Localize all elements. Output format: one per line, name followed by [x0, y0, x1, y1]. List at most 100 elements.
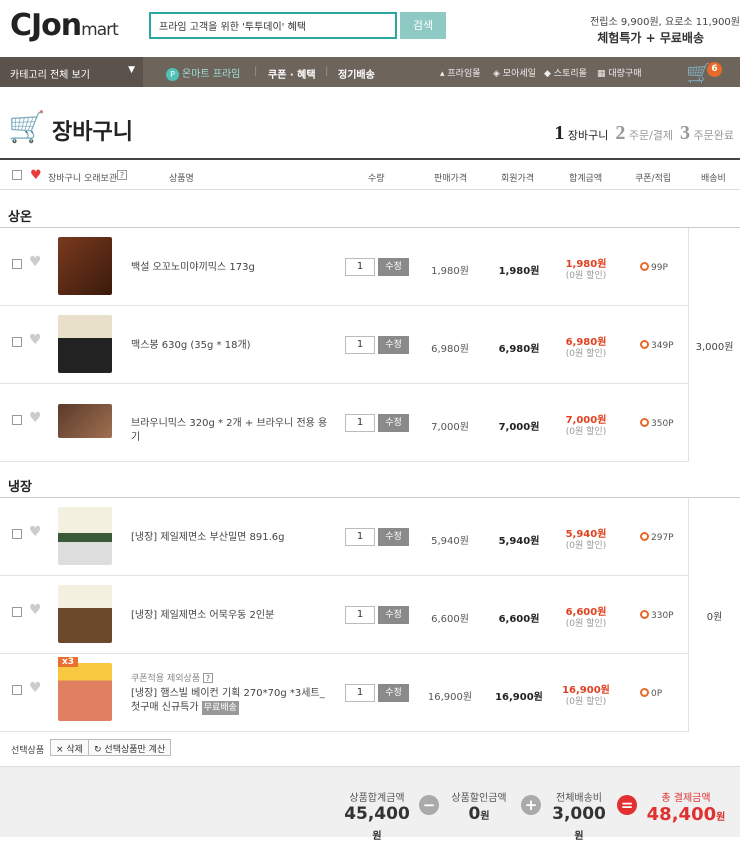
member-price: 6,980원: [498, 344, 540, 355]
product-image[interactable]: [58, 507, 112, 565]
nav-regular-delivery[interactable]: 정기배송: [338, 66, 375, 81]
search-button[interactable]: 검색: [400, 12, 446, 39]
quantity-input[interactable]: 1: [345, 684, 375, 702]
quantity-input[interactable]: 1: [345, 414, 375, 432]
shipping-total: 전체배송비 3,000원: [552, 793, 606, 842]
col-product: 상품명: [169, 174, 194, 184]
col-price: 판매가격: [434, 174, 468, 184]
modify-button[interactable]: 수정: [378, 684, 409, 702]
promo-headline[interactable]: 체험특가 + 무료배송: [597, 29, 704, 46]
item-checkbox[interactable]: [12, 415, 22, 425]
col-total: 합계금액: [569, 174, 603, 184]
heart-icon[interactable]: ♥: [29, 680, 42, 696]
point-value: 349P: [640, 340, 674, 351]
product-name[interactable]: 맥스봉 630g (35g * 18개): [131, 339, 331, 353]
bundle-badge: x3: [58, 657, 79, 667]
product-image[interactable]: [58, 663, 112, 721]
category-all-button[interactable]: 카테고리 전체 보기 ▼: [0, 57, 143, 87]
member-price: 5,940원: [498, 536, 540, 547]
sale-price: 7,000원: [431, 422, 469, 433]
item-checkbox[interactable]: [12, 529, 22, 539]
help-icon[interactable]: ?: [202, 673, 213, 683]
shipping-fee: 0원: [688, 498, 740, 732]
table-header: ♥ 장바구니 오래보관 ? 상품명 수량 판매가격 회원가격 합계금액 쿠폰/적…: [0, 162, 740, 190]
discount-total: 상품할인금액 0원: [451, 793, 507, 824]
member-price: 1,980원: [498, 266, 540, 277]
point-value: 330P: [640, 610, 674, 621]
discount-text: (0원 할인): [565, 271, 607, 281]
product-image[interactable]: [58, 237, 112, 295]
col-member-price: 회원가격: [501, 174, 535, 184]
product-image[interactable]: [58, 585, 112, 643]
col-qty: 수량: [368, 174, 385, 184]
point-value: 350P: [640, 418, 674, 429]
product-name[interactable]: 백설 오꼬노미야끼믹스 173g: [131, 261, 331, 275]
heart-icon[interactable]: ♥: [29, 332, 42, 348]
selection-label: 선택상품: [11, 746, 45, 756]
delete-selected-button[interactable]: × 삭제: [50, 739, 89, 756]
sale-price: 5,940원: [431, 536, 469, 547]
heart-icon[interactable]: ♥: [30, 168, 42, 183]
modify-button[interactable]: 수정: [378, 258, 409, 276]
heart-icon[interactable]: ♥: [29, 602, 42, 618]
point-icon: [640, 532, 649, 541]
free-shipping-tag: 무료배송: [201, 701, 239, 715]
cart-row: ♥ x3 쿠폰적용 제외상품 ? [냉장] 햄스빌 베이컨 기획 270*70g…: [0, 654, 688, 732]
cart-row: ♥ [냉장] 제일제면소 어묵우동 2인분 1 수정 6,600원 6,600원…: [0, 576, 688, 654]
point-value: 0P: [640, 688, 662, 699]
product-name[interactable]: [냉장] 제일제면소 어묵우동 2인분: [131, 609, 331, 623]
cart-row: ♥ 백설 오꼬노미야끼믹스 173g 1 수정 1,980원 1,980원 1,…: [0, 228, 688, 306]
product-name[interactable]: [냉장] 햄스빌 베이컨 기획 270*70g *3세트_첫구매 신규특가 무료…: [131, 687, 331, 715]
group-title: 냉장: [8, 480, 32, 495]
modify-button[interactable]: 수정: [378, 606, 409, 624]
header: CJonmart 프라임 고객을 위한 '투투데이' 혜택 검색 전립소 9,9…: [0, 0, 740, 57]
select-all-checkbox[interactable]: [12, 170, 22, 180]
point-value: 99P: [640, 262, 668, 273]
product-name[interactable]: [냉장] 제일제면소 부산밀면 891.6g: [131, 531, 331, 545]
help-icon[interactable]: ?: [117, 170, 127, 180]
keep-label: 장바구니 오래보관: [48, 174, 118, 184]
quantity-input[interactable]: 1: [345, 258, 375, 276]
item-checkbox[interactable]: [12, 259, 22, 269]
modify-button[interactable]: 수정: [378, 414, 409, 432]
divider: |: [325, 66, 329, 77]
calculate-selected-button[interactable]: ↻ 선택상품만 계산: [88, 739, 172, 756]
search-input[interactable]: 프라임 고객을 위한 '투투데이' 혜택: [149, 12, 397, 39]
nav-onmart-prime[interactable]: P 온마트 프라임: [166, 65, 240, 81]
product-image[interactable]: [58, 315, 112, 373]
nav-link-storymall[interactable]: ◆ 스토리몰: [544, 66, 587, 79]
item-checkbox[interactable]: [12, 607, 22, 617]
modify-button[interactable]: 수정: [378, 528, 409, 546]
sale-price: 16,900원: [427, 692, 473, 703]
discount-text: (0원 할인): [565, 541, 607, 551]
heart-icon[interactable]: ♥: [29, 254, 42, 270]
product-image[interactable]: [58, 404, 112, 438]
point-icon: [640, 262, 649, 271]
point-icon: [640, 688, 649, 697]
refresh-icon: ↻: [94, 745, 102, 755]
main-nav: 카테고리 전체 보기 ▼ P 온마트 프라임 | 쿠폰 · 혜택 | 정기배송 ▴ …: [0, 57, 740, 87]
prime-icon: P: [166, 68, 179, 81]
nav-link-primemall[interactable]: ▴ 프라임몰: [440, 66, 481, 79]
nav-link-moasale[interactable]: ◈ 모아세일: [493, 66, 536, 79]
page-title-area: 🛒 장바구니 1 장바구니 2 주문/결제 3 주문완료: [0, 100, 740, 160]
heart-icon[interactable]: ♥: [29, 524, 42, 540]
promo-text[interactable]: 전립소 9,900원, 요로소 11,900원: [590, 13, 740, 28]
discount-text: (0원 할인): [565, 427, 607, 437]
cart-row: ♥ 브라우니믹스 320g * 2개 + 브라우니 전용 용기 1 수정 7,0…: [0, 384, 688, 462]
quantity-input[interactable]: 1: [345, 606, 375, 624]
point-value: 297P: [640, 532, 674, 543]
quantity-input[interactable]: 1: [345, 336, 375, 354]
nav-coupon[interactable]: 쿠폰 · 혜택: [268, 66, 316, 81]
item-checkbox[interactable]: [12, 337, 22, 347]
nav-link-bulk[interactable]: ▦ 대량구매: [597, 66, 642, 79]
discount-text: (0원 할인): [565, 619, 607, 629]
order-steps: 1 장바구니 2 주문/결제 3 주문완료: [554, 122, 734, 144]
modify-button[interactable]: 수정: [378, 336, 409, 354]
heart-icon[interactable]: ♥: [29, 410, 42, 426]
quantity-input[interactable]: 1: [345, 528, 375, 546]
item-checkbox[interactable]: [12, 685, 22, 695]
product-name[interactable]: 브라우니믹스 320g * 2개 + 브라우니 전용 용기: [131, 417, 331, 445]
cjonmart-logo[interactable]: CJonmart: [10, 8, 119, 43]
group-title: 상온: [8, 210, 32, 225]
